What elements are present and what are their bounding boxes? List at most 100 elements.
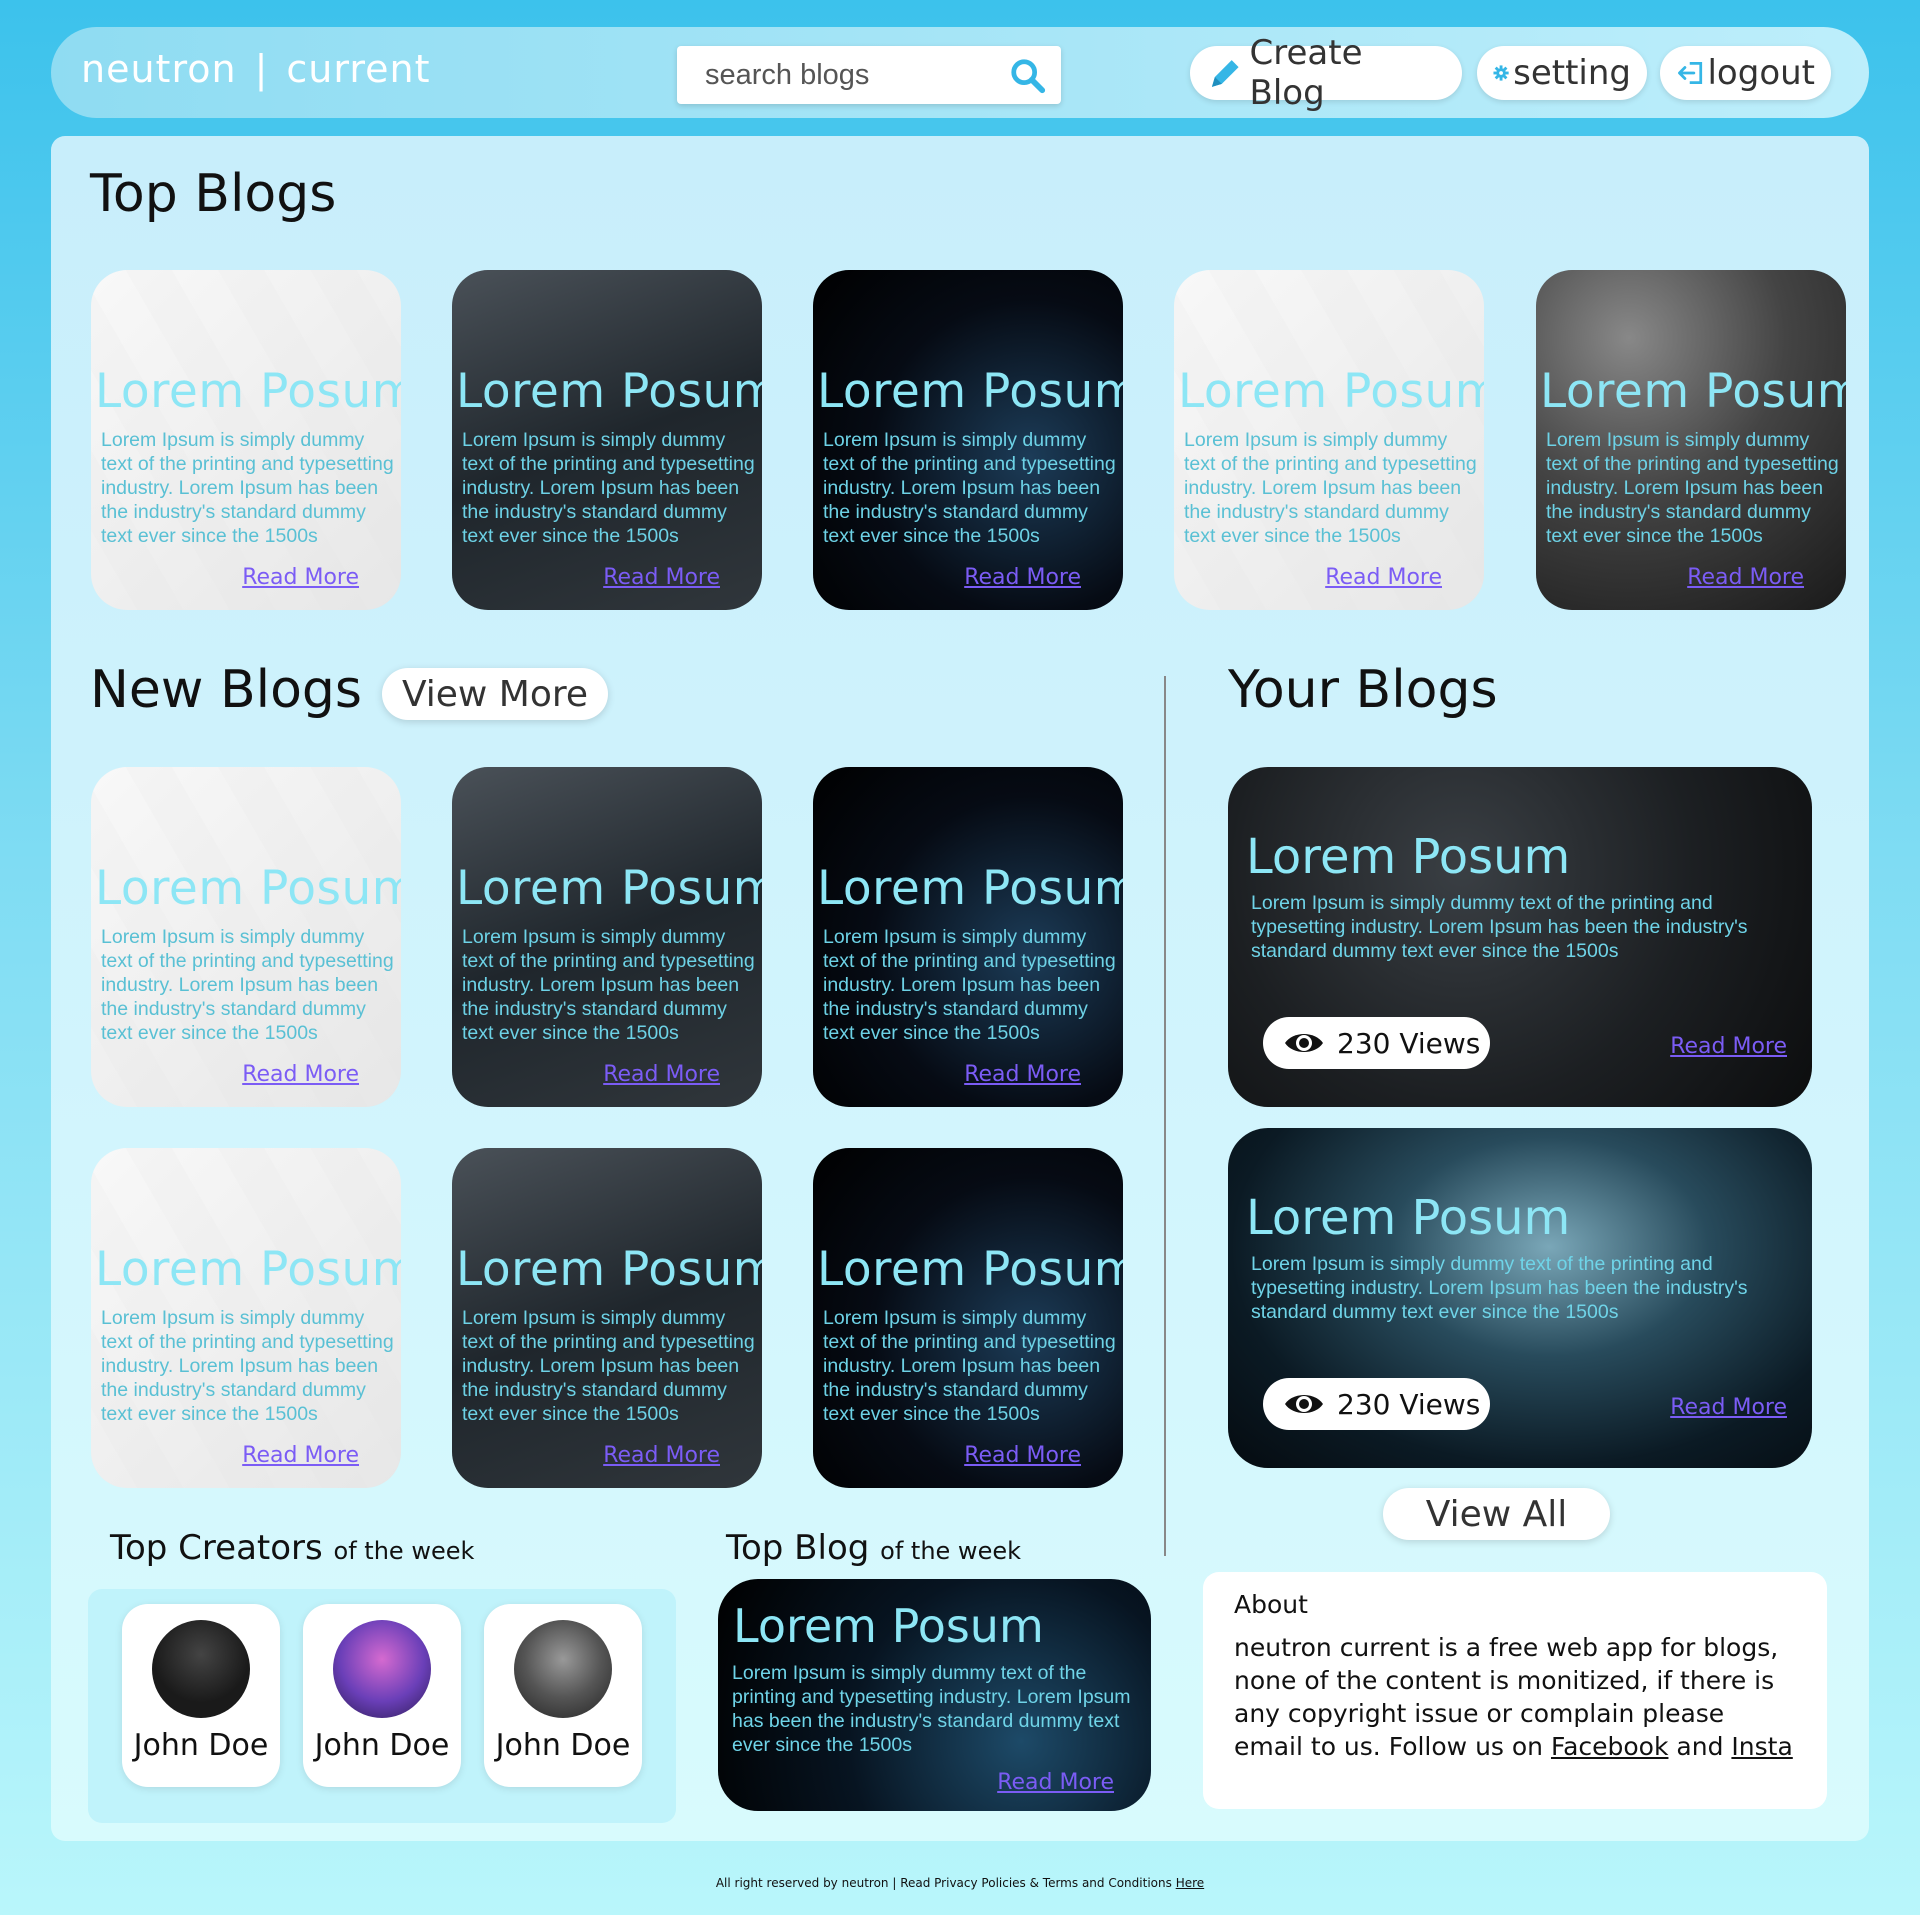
read-more-link[interactable]: Read More [242, 565, 359, 590]
blog-excerpt: Lorem Ipsum is simply dummy text of the … [823, 926, 1116, 1044]
logout-label: logout [1707, 53, 1815, 93]
blog-excerpt: Lorem Ipsum is simply dummy text of the … [101, 429, 394, 547]
search-input[interactable] [705, 55, 995, 95]
creator-card[interactable]: John Doe [122, 1604, 280, 1787]
footer: All right reserved by neutron | Read Pri… [0, 1876, 1920, 1890]
eye-icon [1285, 1034, 1323, 1052]
blog-card[interactable]: Lorem Posum Lorem Ipsum is simply dummy t… [813, 270, 1123, 610]
your-blog-card[interactable]: Lorem Posum Lorem Ipsum is simply dummy t… [1228, 1128, 1812, 1468]
setting-label: setting [1513, 53, 1631, 93]
blog-excerpt: Lorem Ipsum is simply dummy text of the … [462, 429, 755, 547]
blog-card[interactable]: Lorem Posum Lorem Ipsum is simply dummy t… [1536, 270, 1846, 610]
blog-card[interactable]: Lorem Posum Lorem Ipsum is simply dummy t… [452, 767, 762, 1107]
creator-card[interactable]: John Doe [484, 1604, 642, 1787]
blog-title: Lorem Posum [456, 861, 762, 916]
top-creators-label: Top Creators [110, 1528, 323, 1568]
search-box [677, 46, 1061, 104]
logout-icon [1678, 62, 1703, 84]
top-creators-title: Top Creators of the week [110, 1528, 474, 1568]
read-more-link[interactable]: Read More [964, 1443, 1081, 1468]
blog-excerpt: Lorem Ipsum is simply dummy text of the … [1251, 1253, 1748, 1323]
blog-excerpt: Lorem Ipsum is simply dummy text of the … [823, 1307, 1116, 1425]
blog-title: Lorem Posum [95, 1242, 401, 1297]
blog-card[interactable]: Lorem Posum Lorem Ipsum is simply dummy t… [91, 767, 401, 1107]
facebook-link[interactable]: Facebook [1551, 1732, 1668, 1761]
column-divider [1164, 676, 1166, 1556]
brand-left: neutron [81, 47, 237, 91]
eye-icon [1285, 1395, 1323, 1413]
top-navbar: neutron | current Create Blog [51, 27, 1869, 118]
blog-title: Lorem Posum [456, 1242, 762, 1297]
setting-button[interactable]: setting [1477, 46, 1647, 100]
read-more-link[interactable]: Read More [242, 1443, 359, 1468]
views-count: 230 Views [1337, 1387, 1481, 1421]
read-more-link[interactable]: Read More [964, 1062, 1081, 1087]
about-heading: About [1234, 1590, 1308, 1619]
creators-panel: John Doe John Doe John Doe [88, 1589, 676, 1823]
blog-excerpt: Lorem Ipsum is simply dummy text of the … [823, 429, 1116, 547]
blog-title: Lorem Posum [1246, 829, 1571, 885]
about-and: and [1676, 1732, 1724, 1761]
blog-title: Lorem Posum [456, 364, 762, 419]
blog-excerpt: Lorem Ipsum is simply dummy text of the … [732, 1662, 1131, 1756]
read-more-link[interactable]: Read More [603, 1062, 720, 1087]
blog-title: Lorem Posum [817, 364, 1123, 419]
create-blog-button[interactable]: Create Blog [1190, 33, 1462, 113]
read-more-link[interactable]: Read More [1325, 565, 1442, 590]
blog-card[interactable]: Lorem Posum Lorem Ipsum is simply dummy t… [813, 767, 1123, 1107]
search-icon[interactable] [1009, 57, 1047, 95]
top-blog-week-label: Top Blog [726, 1528, 870, 1568]
blog-card[interactable]: Lorem Posum Lorem Ipsum is simply dummy t… [452, 1148, 762, 1488]
top-blog-week-suffix: of the week [880, 1537, 1021, 1565]
creator-name: John Doe [133, 1728, 269, 1763]
insta-link[interactable]: Insta [1731, 1732, 1792, 1761]
read-more-link[interactable]: Read More [1687, 565, 1804, 590]
view-all-button[interactable]: View All [1383, 1488, 1610, 1540]
read-more-link[interactable]: Read More [603, 1443, 720, 1468]
top-blog-week-card[interactable]: Lorem Posum Lorem Ipsum is simply dummy … [718, 1579, 1151, 1811]
footer-text: All right reserved by neutron | Read Pri… [715, 1876, 1172, 1890]
blog-title: Lorem Posum [817, 861, 1123, 916]
blog-title: Lorem Posum [733, 1599, 1044, 1653]
create-blog-label: Create Blog [1249, 33, 1363, 113]
gear-icon [1493, 65, 1509, 81]
blog-excerpt: Lorem Ipsum is simply dummy text of the … [462, 1307, 755, 1425]
creator-card[interactable]: John Doe [303, 1604, 461, 1787]
brand-logo[interactable]: neutron | current [81, 47, 430, 91]
your-blog-card[interactable]: Lorem Posum Lorem Ipsum is simply dummy t… [1228, 767, 1812, 1107]
read-more-link[interactable]: Read More [997, 1770, 1114, 1795]
avatar [333, 1620, 431, 1718]
blog-excerpt: Lorem Ipsum is simply dummy text of the … [101, 926, 394, 1044]
blog-excerpt: Lorem Ipsum is simply dummy text of the … [1546, 429, 1839, 547]
read-more-link[interactable]: Read More [1670, 1395, 1787, 1420]
new-blogs-title: New Blogs [90, 660, 362, 720]
blog-card[interactable]: Lorem Posum Lorem Ipsum is simply dummy t… [91, 1148, 401, 1488]
avatar [152, 1620, 250, 1718]
blog-card[interactable]: Lorem Posum Lorem Ipsum is simply dummy t… [452, 270, 762, 610]
blog-excerpt: Lorem Ipsum is simply dummy text of the … [462, 926, 755, 1044]
blog-card[interactable]: Lorem Posum Lorem Ipsum is simply dummy t… [91, 270, 401, 610]
blog-title: Lorem Posum [1246, 1190, 1571, 1246]
blog-excerpt: Lorem Ipsum is simply dummy text of the … [1184, 429, 1477, 547]
blog-excerpt: Lorem Ipsum is simply dummy text of the … [1251, 892, 1748, 962]
views-badge: 230 Views [1263, 1017, 1490, 1069]
read-more-link[interactable]: Read More [964, 565, 1081, 590]
logout-button[interactable]: logout [1660, 46, 1831, 100]
read-more-link[interactable]: Read More [242, 1062, 359, 1087]
your-blogs-title: Your Blogs [1228, 660, 1498, 720]
brand-separator: | [254, 47, 269, 91]
read-more-link[interactable]: Read More [1670, 1034, 1787, 1059]
blog-card[interactable]: Lorem Posum Lorem Ipsum is simply dummy t… [813, 1148, 1123, 1488]
avatar [514, 1620, 612, 1718]
footer-here-link[interactable]: Here [1176, 1876, 1204, 1890]
blog-card[interactable]: Lorem Posum Lorem Ipsum is simply dummy t… [1174, 270, 1484, 610]
brand-right: current [286, 47, 431, 91]
blog-title: Lorem Posum [95, 861, 401, 916]
blog-title: Lorem Posum [1540, 364, 1846, 419]
top-blog-week-title: Top Blog of the week [726, 1528, 1021, 1568]
view-more-button[interactable]: View More [382, 668, 608, 720]
creator-name: John Doe [314, 1728, 450, 1763]
blog-excerpt: Lorem Ipsum is simply dummy text of the … [101, 1307, 394, 1425]
read-more-link[interactable]: Read More [603, 565, 720, 590]
blog-title: Lorem Posum [95, 364, 401, 419]
